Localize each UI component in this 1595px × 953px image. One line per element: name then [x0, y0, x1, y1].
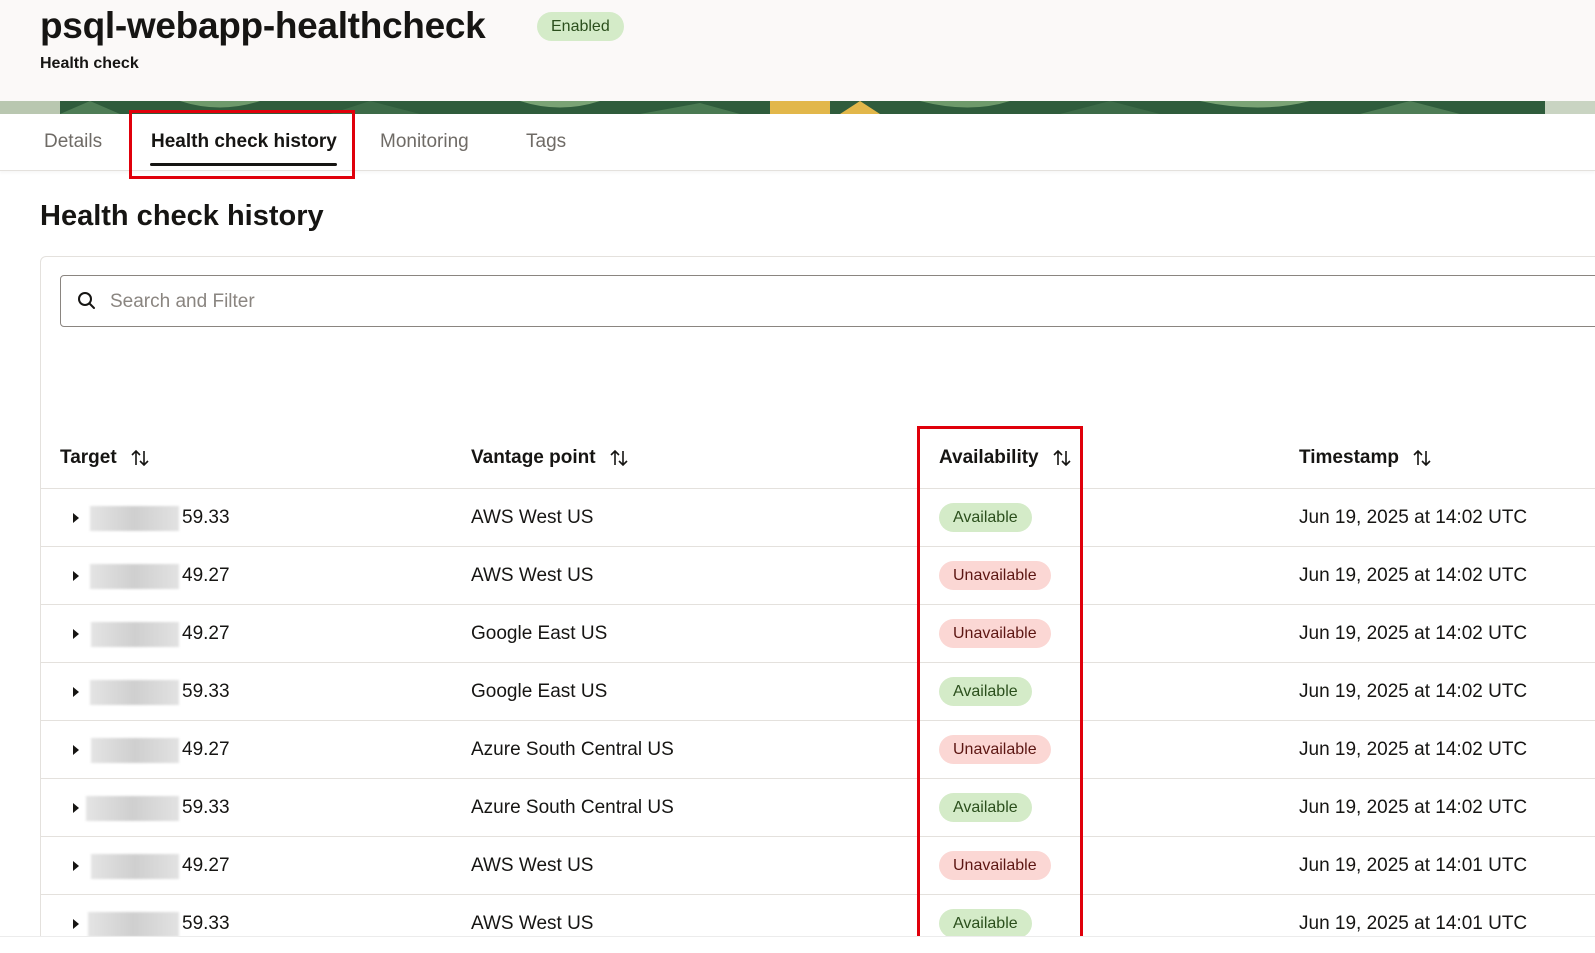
expand-row-icon[interactable]: [73, 629, 79, 639]
column-header-vantage-point[interactable]: Vantage point: [471, 447, 628, 469]
table-row: 49.27 Azure South Central US Unavailable…: [41, 721, 1595, 779]
target-cell: 49.27: [182, 855, 230, 876]
page-subtitle: Health check: [40, 55, 139, 72]
timestamp-cell: Jun 19, 2025 at 14:02 UTC: [1299, 565, 1528, 586]
search-placeholder: Search and Filter: [110, 291, 255, 312]
expand-row-icon[interactable]: [73, 919, 79, 929]
expand-row-icon[interactable]: [73, 803, 79, 813]
redacted-ip: [86, 796, 179, 821]
column-header-timestamp[interactable]: Timestamp: [1299, 447, 1431, 469]
vantage-point-cell: AWS West US: [471, 855, 594, 876]
sort-icon[interactable]: [1413, 448, 1431, 468]
table-row: 49.27 AWS West US Unavailable Jun 19, 20…: [41, 837, 1595, 895]
column-label-target: Target: [60, 447, 117, 468]
vantage-point-cell: Azure South Central US: [471, 739, 674, 760]
expand-row-icon[interactable]: [73, 571, 79, 581]
timestamp-cell: Jun 19, 2025 at 14:01 UTC: [1299, 913, 1528, 934]
redacted-ip: [91, 738, 179, 763]
table-row: 59.33 Google East US Available Jun 19, 2…: [41, 663, 1595, 721]
page-header: psql-webapp-healthcheck Enabled Health c…: [0, 0, 1595, 101]
vantage-point-cell: AWS West US: [471, 507, 594, 528]
redacted-ip: [90, 680, 179, 705]
timestamp-cell: Jun 19, 2025 at 14:02 UTC: [1299, 681, 1528, 702]
redacted-ip: [88, 912, 179, 937]
vantage-point-cell: AWS West US: [471, 913, 594, 934]
vantage-point-cell: Azure South Central US: [471, 797, 674, 818]
vantage-point-cell: AWS West US: [471, 565, 594, 586]
expand-row-icon[interactable]: [73, 861, 79, 871]
expand-row-icon[interactable]: [73, 513, 79, 523]
table-row: 59.33 AWS West US Available Jun 19, 2025…: [41, 489, 1595, 547]
sort-icon[interactable]: [610, 448, 628, 468]
expand-row-icon[interactable]: [73, 745, 79, 755]
column-label-vantage-point: Vantage point: [471, 447, 596, 468]
column-header-target[interactable]: Target: [60, 447, 149, 469]
target-cell: 59.33: [182, 797, 230, 818]
redacted-ip: [91, 622, 179, 647]
timestamp-cell: Jun 19, 2025 at 14:02 UTC: [1299, 797, 1528, 818]
tab-highlight-box: [129, 110, 355, 179]
table-row: 49.27 AWS West US Unavailable Jun 19, 20…: [41, 547, 1595, 605]
timestamp-cell: Jun 19, 2025 at 14:02 UTC: [1299, 739, 1528, 760]
tab-tags[interactable]: Tags: [526, 131, 566, 153]
availability-column-highlight-box: [917, 426, 1083, 939]
expand-row-icon[interactable]: [73, 687, 79, 697]
search-input[interactable]: Search and Filter: [60, 275, 1595, 327]
vantage-point-cell: Google East US: [471, 681, 608, 702]
tab-details[interactable]: Details: [44, 131, 102, 153]
redacted-ip: [90, 564, 179, 589]
table-row: 49.27 Google East US Unavailable Jun 19,…: [41, 605, 1595, 663]
target-cell: 59.33: [182, 507, 230, 528]
search-icon: [78, 292, 95, 309]
target-cell: 49.27: [182, 623, 230, 644]
target-cell: 49.27: [182, 565, 230, 586]
target-cell: 59.33: [182, 913, 230, 934]
redacted-ip: [91, 854, 179, 879]
sort-icon[interactable]: [131, 448, 149, 468]
table-row: 59.33 Azure South Central US Available J…: [41, 779, 1595, 837]
column-label-timestamp: Timestamp: [1299, 447, 1399, 468]
tab-monitoring[interactable]: Monitoring: [380, 131, 469, 153]
status-badge: Enabled: [537, 12, 624, 41]
page-title: psql-webapp-healthcheck: [40, 5, 486, 46]
target-cell: 49.27: [182, 739, 230, 760]
timestamp-cell: Jun 19, 2025 at 14:01 UTC: [1299, 855, 1528, 876]
section-title: Health check history: [40, 200, 324, 232]
page-bottom-edge: [0, 936, 1595, 953]
redacted-ip: [90, 506, 179, 531]
target-cell: 59.33: [182, 681, 230, 702]
timestamp-cell: Jun 19, 2025 at 14:02 UTC: [1299, 623, 1528, 644]
timestamp-cell: Jun 19, 2025 at 14:02 UTC: [1299, 507, 1528, 528]
vantage-point-cell: Google East US: [471, 623, 608, 644]
